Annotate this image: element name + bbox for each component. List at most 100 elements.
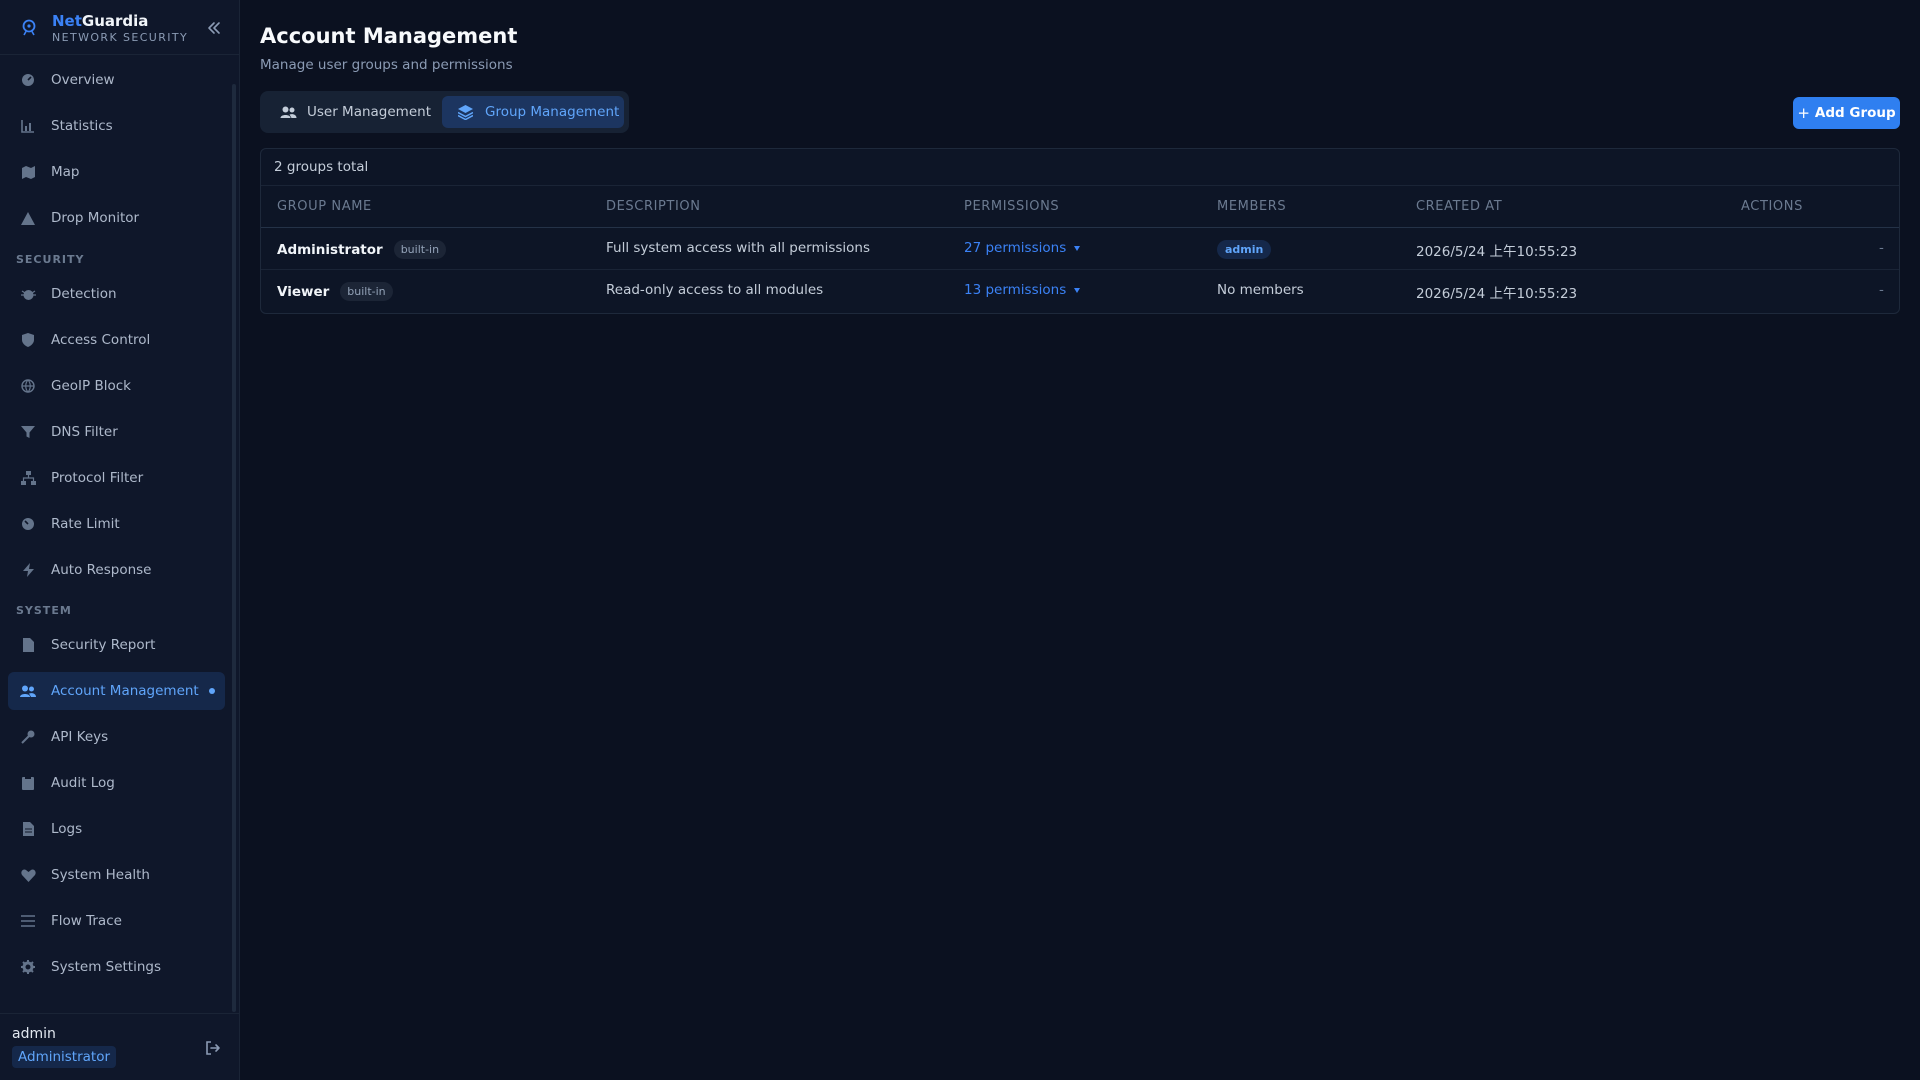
sidebar-item-label: Logs	[51, 821, 83, 837]
group-name-cell: Administrator built-in	[277, 240, 447, 259]
sidebar-item-rate-limit[interactable]: Rate Limit	[8, 505, 225, 543]
layers-icon	[458, 104, 476, 120]
sidebar-item-api-keys[interactable]: API Keys	[8, 718, 225, 756]
sidebar-scrollbar[interactable]	[232, 84, 236, 1012]
caret-down-icon[interactable]	[1074, 287, 1081, 293]
sidebar-item-statistics[interactable]: Statistics	[8, 107, 225, 145]
created-at: 2026/5/24 上午10:55:23	[1416, 286, 1578, 302]
actions-cell: -	[1879, 240, 1884, 256]
built-in-badge: built-in	[340, 282, 393, 301]
sidebar-item-label: Security Report	[51, 637, 156, 653]
clipboard-icon	[20, 775, 36, 791]
file-icon	[20, 637, 36, 653]
permissions-link[interactable]: 27 permissions	[964, 240, 1066, 256]
tab-user-management[interactable]: User Management	[265, 96, 439, 128]
users-icon	[20, 683, 36, 699]
sidebar-section-security: SECURITY	[16, 253, 85, 266]
column-header-members[interactable]: MEMBERS	[1217, 199, 1286, 214]
sidebar-item-auto-response[interactable]: Auto Response	[8, 551, 225, 589]
current-user-name: admin	[12, 1026, 56, 1042]
built-in-badge: built-in	[393, 240, 447, 259]
sidebar-item-access-control[interactable]: Access Control	[8, 321, 225, 359]
column-header-created-at[interactable]: CREATED AT	[1416, 199, 1502, 214]
sidebar-item-label: Map	[51, 164, 80, 180]
column-header-actions[interactable]: ACTIONS	[1741, 199, 1803, 214]
sidebar-item-flow-trace[interactable]: Flow Trace	[8, 902, 225, 940]
members-cell: No members	[1217, 282, 1304, 298]
caret-down-icon[interactable]	[1074, 245, 1081, 251]
collapse-sidebar-icon[interactable]	[203, 17, 225, 39]
sidebar-item-security-report[interactable]: Security Report	[8, 626, 225, 664]
page-title: Account Management	[260, 24, 518, 48]
sidebar-item-drop-monitor[interactable]: Drop Monitor	[8, 199, 225, 237]
column-header-permissions[interactable]: PERMISSIONS	[964, 199, 1059, 214]
network-icon	[20, 470, 36, 486]
groups-total-count: 2 groups total	[274, 159, 369, 175]
speedometer-icon	[20, 516, 36, 532]
page-subtitle: Manage user groups and permissions	[260, 57, 513, 73]
brand-logo-icon	[22, 19, 36, 36]
sidebar-divider	[0, 54, 239, 55]
sidebar-item-detection[interactable]: Detection	[8, 275, 225, 313]
permissions-cell[interactable]: 13 permissions	[964, 282, 1081, 298]
sidebar-item-system-health[interactable]: System Health	[8, 856, 225, 894]
sidebar-item-logs[interactable]: Logs	[8, 810, 225, 848]
logout-icon[interactable]	[204, 1039, 222, 1057]
group-name: Viewer	[277, 283, 330, 300]
bar-chart-icon	[20, 118, 36, 134]
sidebar-item-label: Rate Limit	[51, 516, 120, 532]
actions-cell: -	[1879, 282, 1884, 298]
bolt-icon	[20, 562, 36, 578]
sidebar-item-system-settings[interactable]: System Settings	[8, 948, 225, 986]
key-icon	[20, 729, 36, 745]
globe-icon	[20, 378, 36, 394]
group-name-cell: Viewer built-in	[277, 282, 393, 301]
table-header: GROUP NAME DESCRIPTION PERMISSIONS MEMBE…	[261, 185, 1899, 228]
sidebar-item-account-management[interactable]: Account Management	[8, 672, 225, 710]
add-group-label: Add Group	[1814, 105, 1896, 121]
permissions-link[interactable]: 13 permissions	[964, 282, 1066, 298]
heartbeat-icon	[20, 867, 36, 883]
sidebar-item-map[interactable]: Map	[8, 153, 225, 191]
tab-bar: User Management Group Management	[260, 91, 629, 133]
sidebar-item-label: Audit Log	[51, 775, 115, 791]
tab-label: User Management	[307, 104, 431, 120]
permissions-cell[interactable]: 27 permissions	[964, 240, 1081, 256]
document-icon	[20, 821, 36, 837]
sidebar-item-label: Drop Monitor	[51, 210, 140, 226]
column-header-group-name[interactable]: GROUP NAME	[277, 199, 372, 214]
add-group-button[interactable]: + Add Group	[1793, 97, 1900, 129]
sidebar: NetGuardia NETWORK SECURITY Overview Sta…	[0, 0, 240, 1080]
sidebar-item-label: System Health	[51, 867, 150, 883]
sidebar-item-label: Overview	[51, 72, 115, 88]
sidebar-section-system: SYSTEM	[16, 604, 72, 617]
gear-icon	[20, 959, 36, 975]
sidebar-item-label: GeoIP Block	[51, 378, 131, 394]
sidebar-item-label: Account Management	[51, 683, 199, 699]
sidebar-item-overview[interactable]: Overview	[8, 61, 225, 99]
sidebar-item-audit-log[interactable]: Audit Log	[8, 764, 225, 802]
filter-icon	[20, 424, 36, 440]
map-icon	[20, 164, 36, 180]
group-description: Full system access with all permissions	[606, 240, 871, 256]
users-icon	[280, 104, 298, 120]
brand-name-accent: Net	[52, 12, 82, 30]
column-header-description[interactable]: DESCRIPTION	[606, 199, 701, 214]
active-indicator-dot	[209, 688, 215, 694]
sidebar-item-label: Access Control	[51, 332, 151, 348]
sidebar-item-dns-filter[interactable]: DNS Filter	[8, 413, 225, 451]
sidebar-item-label: System Settings	[51, 959, 162, 975]
sidebar-item-label: DNS Filter	[51, 424, 118, 440]
table-row[interactable]: Viewer built-in Read-only access to all …	[261, 270, 1899, 312]
sidebar-item-geoip-block[interactable]: GeoIP Block	[8, 367, 225, 405]
tab-label: Group Management	[485, 104, 620, 120]
sidebar-item-protocol-filter[interactable]: Protocol Filter	[8, 459, 225, 497]
brand-name: NetGuardia	[52, 12, 148, 30]
tab-group-management[interactable]: Group Management	[442, 96, 624, 128]
brand: NetGuardia NETWORK SECURITY	[18, 10, 228, 50]
table-row[interactable]: Administrator built-in Full system acces…	[261, 228, 1899, 270]
plus-icon: +	[1797, 104, 1810, 122]
groups-table-panel: 2 groups total GROUP NAME DESCRIPTION PE…	[260, 148, 1900, 314]
shield-icon	[20, 332, 36, 348]
bug-icon	[20, 286, 36, 302]
